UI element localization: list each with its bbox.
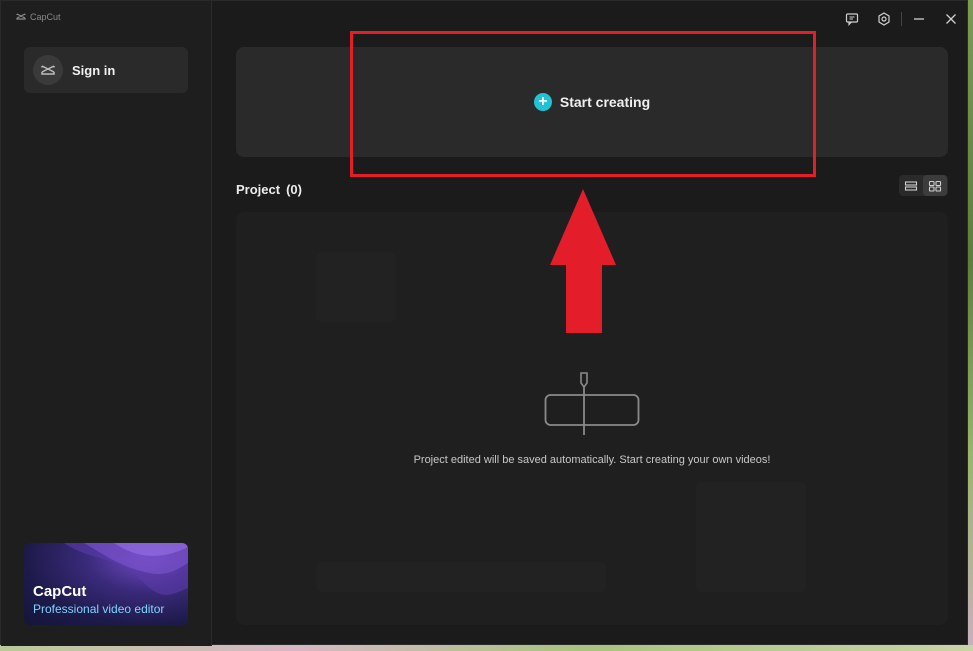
minimize-icon (914, 18, 924, 20)
promo-banner[interactable]: CapCut Professional video editor (24, 543, 188, 625)
titlebar-controls (836, 9, 967, 29)
promo-subtitle: Professional video editor (33, 602, 165, 616)
annotation-arrow-up-icon (550, 189, 616, 333)
settings-icon (878, 12, 890, 26)
sign-in-button[interactable]: Sign in (24, 47, 188, 93)
grid-view-button[interactable] (923, 175, 947, 196)
ghost-tile (696, 482, 806, 592)
minimize-button[interactable] (903, 9, 935, 29)
sidebar: CapCut Sign in CapCut Professional video… (1, 1, 212, 646)
promo-title: CapCut (33, 583, 87, 600)
project-header: Project (0) (236, 182, 302, 197)
settings-button[interactable] (868, 9, 900, 29)
capcut-logo-icon (41, 65, 55, 75)
view-toggle (899, 175, 948, 196)
list-view-icon (904, 180, 918, 191)
ghost-bar (316, 562, 606, 592)
empty-timeline-icon (544, 372, 640, 435)
annotation-highlight-box (350, 31, 816, 177)
empty-state-message: Project edited will be saved automatical… (413, 454, 771, 466)
capcut-window: CapCut Sign in CapCut Professional video… (0, 0, 968, 646)
avatar (33, 55, 63, 85)
sign-in-label: Sign in (72, 62, 116, 78)
app-brand-name: CapCut (30, 12, 61, 22)
close-icon (946, 14, 956, 24)
capcut-logo-icon (16, 13, 26, 20)
desktop-background-edge (968, 0, 973, 651)
ghost-thumbnail (316, 252, 396, 322)
app-brand: CapCut (16, 12, 61, 22)
close-button[interactable] (935, 9, 967, 29)
titlebar-divider (901, 12, 902, 26)
project-count: (0) (286, 182, 302, 197)
feedback-button[interactable] (836, 9, 868, 29)
project-title: Project (236, 182, 281, 197)
grid-view-icon (928, 180, 942, 192)
list-view-button[interactable] (899, 175, 923, 196)
feedback-icon (845, 13, 859, 26)
